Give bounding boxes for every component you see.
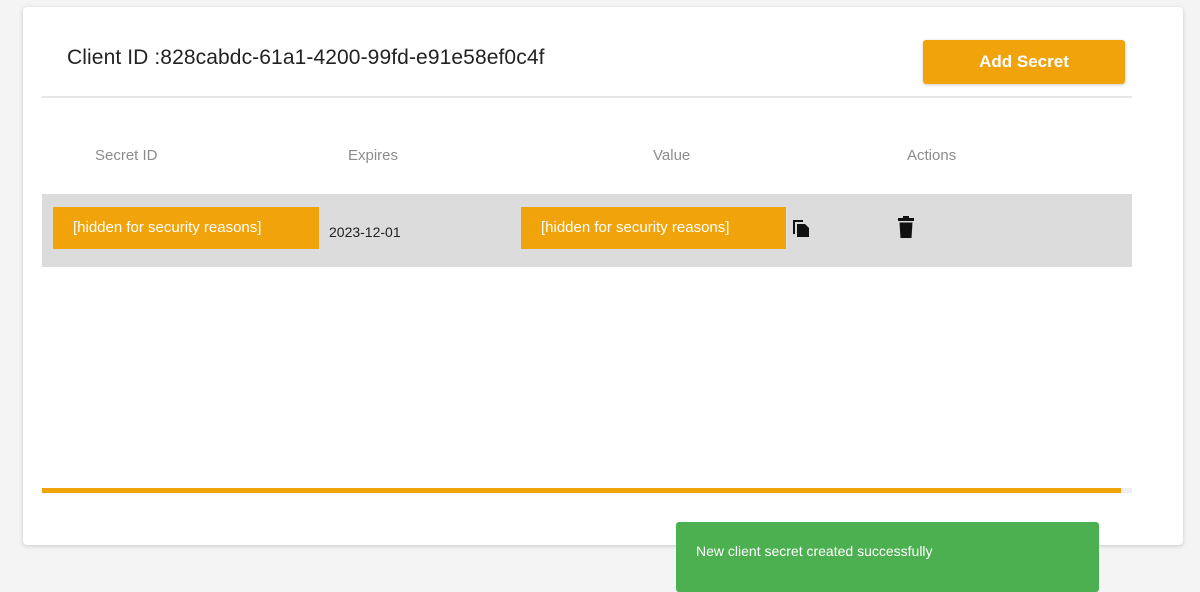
success-toast: New client secret created successfully bbox=[676, 522, 1099, 592]
secret-id-cell: [hidden for security reasons] bbox=[53, 207, 319, 249]
header-divider bbox=[42, 96, 1132, 98]
progress-bar-fill bbox=[42, 488, 1122, 493]
column-header-secret-id: Secret ID bbox=[95, 147, 158, 164]
column-header-value: Value bbox=[653, 147, 691, 164]
client-id-title: Client ID :828cabdc-61a1-4200-99fd-e91e5… bbox=[67, 46, 545, 69]
client-card bbox=[23, 7, 1183, 545]
trash-icon[interactable] bbox=[897, 215, 915, 239]
column-header-actions: Actions bbox=[907, 147, 957, 164]
expires-cell: 2023-12-01 bbox=[329, 224, 401, 240]
progress-bar bbox=[42, 488, 1132, 493]
value-cell: [hidden for security reasons] bbox=[521, 207, 786, 249]
copy-icon[interactable] bbox=[791, 216, 811, 238]
add-secret-button[interactable]: Add Secret bbox=[923, 40, 1125, 84]
column-header-expires: Expires bbox=[348, 147, 399, 164]
